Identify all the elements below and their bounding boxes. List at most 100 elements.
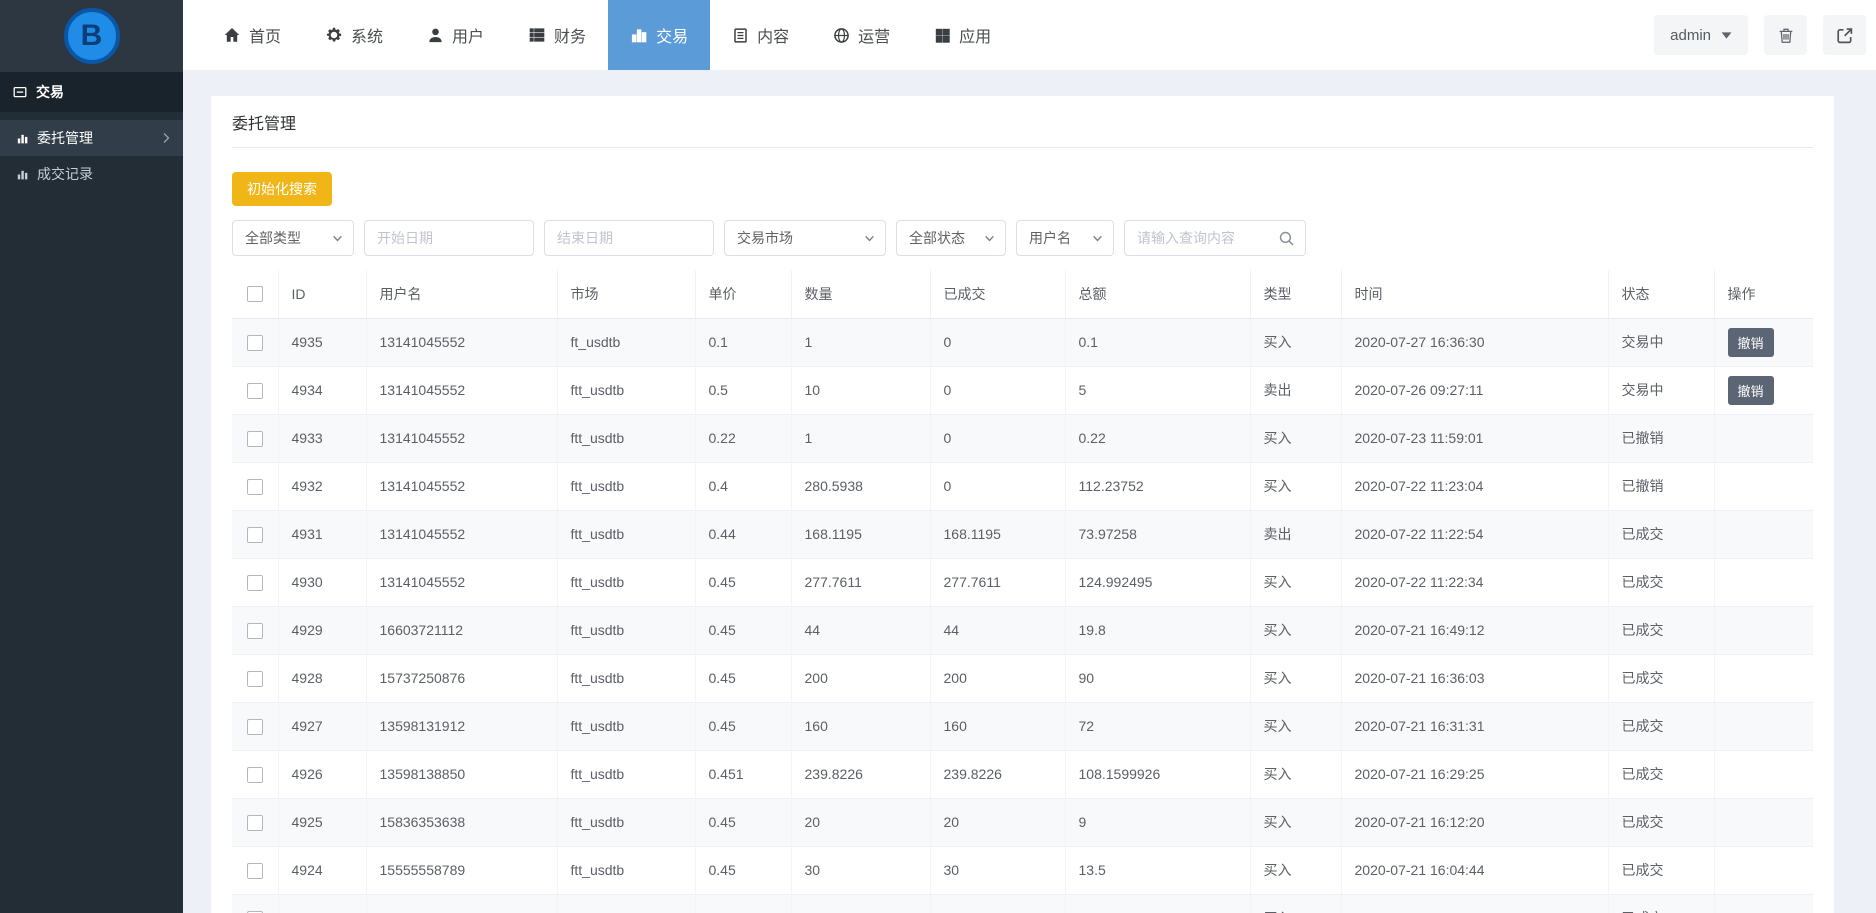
logo-area: B <box>0 0 183 72</box>
row-checkbox[interactable] <box>247 479 263 495</box>
cell-price: 0.45 <box>695 798 791 846</box>
sidebar-item-成交记录[interactable]: 成交记录 <box>0 156 183 192</box>
nav-item-内容[interactable]: 内容 <box>710 0 811 70</box>
cell-market: ftt_usdtb <box>557 366 695 414</box>
nav-item-财务[interactable]: 财务 <box>506 0 608 70</box>
cell-action <box>1714 462 1813 510</box>
cell-type: 买入 <box>1250 462 1341 510</box>
cell-time: 2020-07-21 16:04:44 <box>1341 846 1608 894</box>
sidebar-item-委托管理[interactable]: 委托管理 <box>0 120 183 156</box>
cell-total: 19.8 <box>1065 606 1250 654</box>
cell-time: 2020-07-26 09:27:11 <box>1341 366 1608 414</box>
cell-status: 交易中 <box>1608 366 1714 414</box>
cell-id: 4932 <box>278 462 366 510</box>
cell-username: 13141045552 <box>366 558 557 606</box>
cell-amount: 30 <box>791 846 930 894</box>
table-row: 493313141045552ftt_usdtb0.22100.22买入2020… <box>232 414 1813 462</box>
search-icon[interactable] <box>1278 230 1295 247</box>
row-checkbox[interactable] <box>247 815 263 831</box>
brand-logo[interactable]: B <box>64 8 120 64</box>
cell-filled: 200 <box>930 654 1065 702</box>
cell-status: 已成交 <box>1608 798 1714 846</box>
row-checkbox[interactable] <box>247 335 263 351</box>
nav-item-用户[interactable]: 用户 <box>405 0 506 70</box>
nav-item-label: 运营 <box>858 23 890 47</box>
table-row: 492415555558789ftt_usdtb0.45303013.5买入20… <box>232 846 1813 894</box>
orders-table: ID用户名市场单价数量已成交总额类型时间状态操作 493513141045552… <box>232 270 1813 913</box>
cell-filled: 24.45 <box>930 894 1065 913</box>
user-field-select[interactable]: 用户名 <box>1016 220 1114 256</box>
cell-amount: 44 <box>791 606 930 654</box>
cell-username: 13141045552 <box>366 462 557 510</box>
row-checkbox[interactable] <box>247 575 263 591</box>
query-field <box>1124 220 1306 256</box>
trash-button[interactable] <box>1764 15 1807 55</box>
row-checkbox[interactable] <box>247 431 263 447</box>
row-checkbox[interactable] <box>247 863 263 879</box>
column-header-ID: ID <box>278 270 366 318</box>
cell-id: 4923 <box>278 894 366 913</box>
admin-menu-button[interactable]: admin <box>1654 15 1748 55</box>
sidebar-menu: 委托管理成交记录 <box>0 120 183 192</box>
cell-username: 16603721112 <box>366 606 557 654</box>
cell-action <box>1714 510 1813 558</box>
row-checkbox[interactable] <box>247 527 263 543</box>
topbar-right: admin <box>1654 15 1866 55</box>
user-field-select-value: 用户名 <box>1029 228 1071 248</box>
nav-item-首页[interactable]: 首页 <box>201 0 303 70</box>
cancel-button[interactable]: 撤销 <box>1728 376 1774 405</box>
init-search-button[interactable]: 初始化搜索 <box>232 172 332 206</box>
cell-total: 9 <box>1065 798 1250 846</box>
cell-market: ftt_usdtb <box>557 750 695 798</box>
nav-item-label: 用户 <box>452 23 484 47</box>
main-area: 委托管理 初始化搜索 全部类型 交易市场 全部状态 用户名 <box>183 70 1876 913</box>
row-checkbox[interactable] <box>247 671 263 687</box>
market-select[interactable]: 交易市场 <box>724 220 886 256</box>
nav-item-运营[interactable]: 运营 <box>811 0 912 70</box>
logout-button[interactable] <box>1823 15 1866 55</box>
cell-username: 17703477228 <box>366 894 557 913</box>
nav-item-交易[interactable]: 交易 <box>608 0 710 70</box>
cell-action <box>1714 606 1813 654</box>
nav-item-应用[interactable]: 应用 <box>912 0 1013 70</box>
table-row: 493113141045552ftt_usdtb0.44168.1195168.… <box>232 510 1813 558</box>
cell-filled: 239.8226 <box>930 750 1065 798</box>
cell-status: 已成交 <box>1608 894 1714 913</box>
cell-market: ftt_usdtb <box>557 798 695 846</box>
query-input[interactable] <box>1137 230 1278 246</box>
type-select[interactable]: 全部类型 <box>232 220 354 256</box>
row-checkbox[interactable] <box>247 719 263 735</box>
cell-time: 2020-07-21 16:36:03 <box>1341 654 1608 702</box>
cell-filled: 20 <box>930 798 1065 846</box>
cell-total: 90 <box>1065 654 1250 702</box>
trash-icon <box>1777 26 1795 45</box>
select-all-checkbox[interactable] <box>247 286 263 302</box>
status-select[interactable]: 全部状态 <box>896 220 1006 256</box>
filter-bar: 全部类型 交易市场 全部状态 用户名 <box>232 220 1813 256</box>
row-checkbox[interactable] <box>247 767 263 783</box>
cell-type: 买入 <box>1250 318 1341 366</box>
column-header-市场: 市场 <box>557 270 695 318</box>
row-checkbox[interactable] <box>247 623 263 639</box>
cell-action <box>1714 846 1813 894</box>
cell-total: 72 <box>1065 702 1250 750</box>
chevron-right-icon <box>162 132 171 144</box>
end-date-input[interactable] <box>557 230 703 246</box>
cell-username: 13141045552 <box>366 510 557 558</box>
table-row: 493413141045552ftt_usdtb0.51005卖出2020-07… <box>232 366 1813 414</box>
nav-item-系统[interactable]: 系统 <box>303 0 405 70</box>
table-row: 492916603721112ftt_usdtb0.45444419.8买入20… <box>232 606 1813 654</box>
column-header-操作: 操作 <box>1714 270 1813 318</box>
sidebar-section-trade[interactable]: 交易 <box>0 72 183 112</box>
cell-status: 已成交 <box>1608 750 1714 798</box>
cell-type: 买入 <box>1250 750 1341 798</box>
start-date-input[interactable] <box>377 230 523 246</box>
row-checkbox[interactable] <box>247 383 263 399</box>
cell-market: ftt_usdtb <box>557 462 695 510</box>
cell-filled: 44 <box>930 606 1065 654</box>
cell-amount: 1 <box>791 414 930 462</box>
cancel-button[interactable]: 撤销 <box>1728 328 1774 357</box>
admin-label: admin <box>1670 27 1711 44</box>
cell-price: 0.4 <box>695 462 791 510</box>
cell-total: 73.97258 <box>1065 510 1250 558</box>
